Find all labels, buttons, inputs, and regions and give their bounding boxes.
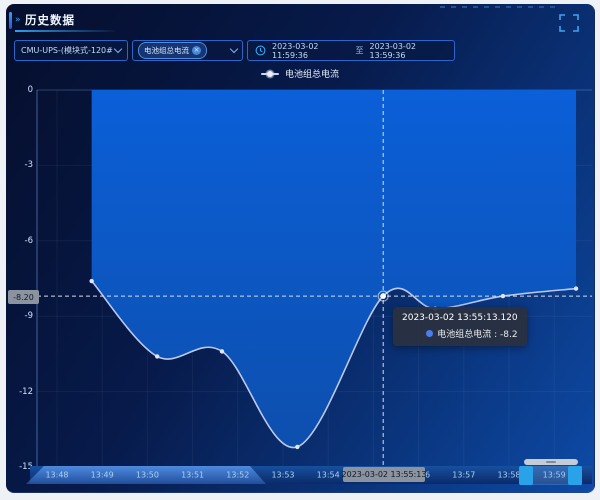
x-axis-pointer-label: 2023-03-02 13:55:13 — [343, 467, 425, 482]
x-tick-label: 13:53 — [271, 471, 294, 480]
chart-tooltip: 2023-03-02 13:55:13.120 电池组总电流 : -8.2 — [393, 307, 527, 346]
horizontal-scrollbar[interactable] — [524, 459, 578, 465]
series-dot-icon — [426, 330, 433, 337]
y-tick-label: 0 — [7, 85, 33, 95]
y-tick-label: -12 — [7, 387, 33, 397]
history-data-widget: » 历史数据 CMU-UPS-(模块式-120# 电池组总电流 × 2023-0… — [0, 0, 600, 500]
x-tick-label: 13:54 — [317, 471, 340, 480]
x-axis-band[interactable]: 13:4813:4913:5013:5113:5213:5313:5413:55… — [30, 466, 592, 484]
y-tick-label: -9 — [7, 311, 33, 321]
tooltip-series-value: 电池组总电流 : -8.2 — [437, 327, 517, 340]
x-tick-label: 13:58 — [497, 471, 520, 480]
tooltip-timestamp: 2023-03-02 13:55:13.120 — [402, 313, 518, 323]
scrollbar-grip-icon — [546, 461, 556, 463]
y-tick-label: -3 — [7, 160, 33, 170]
x-tick-label: 13:52 — [226, 471, 249, 480]
y-tick-label: -6 — [7, 236, 33, 246]
x-tick-label: 13:57 — [452, 471, 475, 480]
x-tick-label: 13:49 — [91, 471, 114, 480]
x-tick-label: 13:51 — [181, 471, 204, 480]
chart-plot-area[interactable] — [0, 0, 600, 500]
x-tick-label: 13:50 — [136, 471, 159, 480]
y-axis-pointer-label: -8.20 — [8, 290, 39, 304]
x-tick-label: 13:48 — [45, 471, 68, 480]
datazoom-handle-right[interactable] — [568, 466, 582, 485]
datazoom-handle-left[interactable] — [519, 466, 533, 485]
